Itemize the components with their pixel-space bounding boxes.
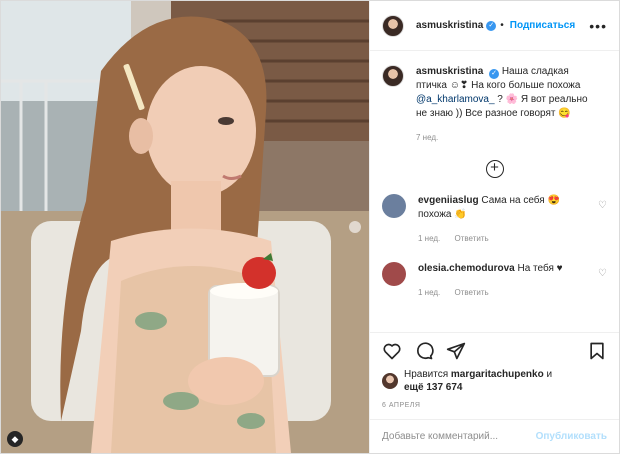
likes-prefix: Нравится <box>404 369 451 380</box>
post-photo[interactable]: ◆ <box>1 1 369 453</box>
comment-meta: 1 нед. Ответить <box>418 286 588 300</box>
action-bar <box>370 332 619 368</box>
comment-like-heart-icon[interactable]: ♡ <box>598 200 607 211</box>
header-username[interactable]: asmuskristina <box>416 20 483 31</box>
instagram-post: ◆ asmuskristina ✓ • Подписаться ••• asmu… <box>0 0 620 454</box>
bookmark-icon[interactable] <box>587 341 607 361</box>
caption-text: asmuskristina ✓ Наша сладкая птичка ☺❣ Н… <box>416 65 596 121</box>
avatar[interactable] <box>382 14 404 37</box>
caption-mention[interactable]: @a_kharlamova_ <box>416 94 495 105</box>
likes-count[interactable]: ещё 137 674 <box>404 382 463 393</box>
comment-input[interactable] <box>382 431 536 442</box>
comment-meta: 1 нед. Ответить <box>418 232 588 246</box>
liker-avatar[interactable] <box>382 373 398 389</box>
likes-text: Нравится margaritachupenko и ещё 137 674 <box>404 368 552 394</box>
comment-username[interactable]: evgeniiaslug <box>418 195 479 206</box>
comment-username[interactable]: olesia.chemodurova <box>418 263 515 274</box>
caption: asmuskristina ✓ Наша сладкая птичка ☺❣ Н… <box>382 65 607 121</box>
comment-item: evgeniiaslug Сама на себя 😍 похожа 👏 1 н… <box>382 194 607 246</box>
reply-button[interactable]: Ответить <box>455 234 489 243</box>
comment-icon[interactable] <box>414 341 434 361</box>
verified-badge-icon: ✓ <box>489 69 500 79</box>
post-date: 6 АПРЕЛЯ <box>382 402 421 409</box>
comment-body: olesia.chemodurova На тебя ♥ 1 нед. Отве… <box>418 262 588 300</box>
post-header: asmuskristina ✓ • Подписаться ••• <box>370 1 619 51</box>
likes-and: и <box>543 369 553 380</box>
comment-like-heart-icon[interactable]: ♡ <box>598 268 607 279</box>
comment-avatar[interactable] <box>382 194 406 218</box>
comments-section: asmuskristina ✓ Наша сладкая птичка ☺❣ Н… <box>370 51 619 332</box>
load-more-comments-icon[interactable]: + <box>485 160 504 178</box>
reply-button[interactable]: Ответить <box>455 288 489 297</box>
heart-icon[interactable] <box>382 341 402 361</box>
comment-body: evgeniiaslug Сама на себя 😍 похожа 👏 1 н… <box>418 194 588 246</box>
comment-avatar[interactable] <box>382 262 406 286</box>
separator: • <box>500 20 504 31</box>
comment-time: 1 нед. <box>418 288 441 297</box>
likes-summary: Нравится margaritachupenko и ещё 137 674 <box>370 368 619 394</box>
post-image-art <box>1 1 369 453</box>
comment-time: 1 нед. <box>418 234 441 243</box>
next-photo-arrow[interactable] <box>349 221 361 233</box>
caption-username[interactable]: asmuskristina <box>416 66 483 77</box>
share-icon[interactable] <box>446 341 466 361</box>
caption-avatar[interactable] <box>382 65 404 87</box>
publish-button[interactable]: Опубликовать <box>536 431 607 442</box>
follow-button[interactable]: Подписаться <box>510 20 575 31</box>
brand-icon: ◆ <box>7 431 23 447</box>
verified-badge-icon: ✓ <box>486 20 497 31</box>
comment-item: olesia.chemodurova На тебя ♥ 1 нед. Отве… <box>382 262 607 300</box>
more-options-icon[interactable]: ••• <box>589 18 607 34</box>
liker-username[interactable]: margaritachupenko <box>451 369 544 380</box>
caption-time: 7 нед. <box>416 133 439 142</box>
comment-text: На тебя ♥ <box>517 263 563 274</box>
post-sidebar: asmuskristina ✓ • Подписаться ••• asmusk… <box>369 1 619 453</box>
add-comment-bar: Опубликовать <box>370 419 619 453</box>
